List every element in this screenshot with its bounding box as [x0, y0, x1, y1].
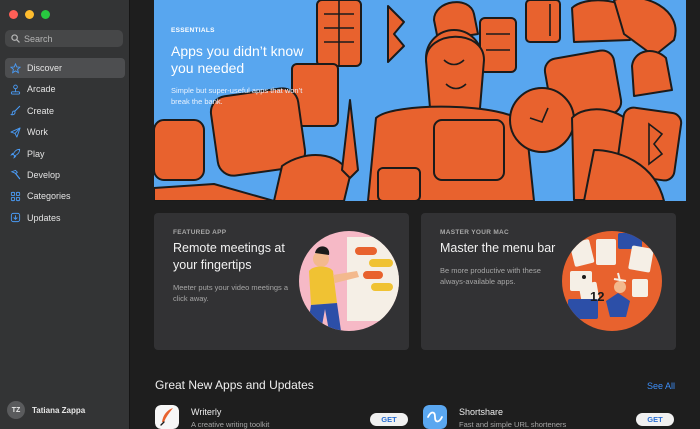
grid-icon	[9, 190, 21, 202]
app-item-shortshare[interactable]: Shortshare Fast and simple URL shortener…	[423, 405, 566, 429]
sidebar-item-label: Arcade	[27, 84, 56, 95]
card-description: Meeter puts your video meetings a click …	[173, 283, 289, 303]
paper-plane-icon	[9, 126, 21, 138]
card-eyebrow: FEATURED APP	[173, 229, 227, 236]
joystick-icon	[9, 83, 21, 95]
main-content: ESSENTIALS Apps you didn’t know you need…	[130, 0, 700, 429]
sidebar-item-create[interactable]: Create	[5, 101, 125, 121]
menu-bar-illustration: 12	[562, 231, 662, 331]
sidebar-item-label: Play	[27, 148, 45, 159]
hero-banner[interactable]: ESSENTIALS Apps you didn’t know you need…	[154, 0, 686, 201]
master-your-mac-card[interactable]: MASTER YOUR MAC Master the menu bar Be m…	[421, 213, 676, 350]
star-icon	[9, 62, 21, 74]
hero-text: ESSENTIALS Apps you didn’t know you need…	[171, 27, 321, 107]
brush-icon	[9, 105, 21, 117]
card-text: MASTER YOUR MAC Master the menu bar Be m…	[440, 229, 560, 287]
rocket-icon	[9, 148, 21, 160]
minimize-button[interactable]	[25, 10, 34, 19]
sidebar-item-label: Create	[27, 105, 55, 116]
see-all-link[interactable]: See All	[647, 381, 675, 391]
app-name: Writerly	[191, 407, 222, 417]
sidebar-item-categories[interactable]: Categories	[5, 186, 125, 206]
sidebar-item-develop[interactable]: Develop	[5, 165, 125, 185]
hero-description: Simple but super-useful apps that won’t …	[171, 86, 303, 106]
window-controls	[9, 10, 50, 19]
calendar-date-label: 12	[590, 289, 604, 304]
search-icon	[11, 34, 20, 43]
app-subtitle: A creative writing toolkit	[191, 420, 270, 429]
app-item-writerly[interactable]: Writerly A creative writing toolkit	[155, 405, 269, 429]
card-title: Master the menu bar	[440, 241, 556, 255]
sidebar-item-label: Updates	[27, 212, 61, 223]
zoom-button[interactable]	[41, 10, 50, 19]
sidebar: Discover Arcade Create Work Play	[0, 0, 130, 429]
sidebar-item-work[interactable]: Work	[5, 122, 125, 142]
featured-app-card[interactable]: FEATURED APP Remote meetings at your fin…	[154, 213, 409, 350]
quill-icon	[155, 405, 179, 429]
get-button-shortshare[interactable]: GET	[636, 413, 674, 426]
card-text: FEATURED APP Remote meetings at your fin…	[173, 229, 293, 304]
sidebar-item-discover[interactable]: Discover	[5, 58, 125, 78]
sidebar-item-play[interactable]: Play	[5, 144, 125, 164]
card-title: Remote meetings at your fingertips	[173, 241, 285, 272]
app-name: Shortshare	[459, 407, 504, 417]
search-field[interactable]	[5, 30, 123, 47]
hammer-icon	[9, 169, 21, 181]
hero-eyebrow: ESSENTIALS	[171, 27, 215, 34]
sidebar-item-updates[interactable]: Updates	[5, 208, 125, 228]
section-title: Great New Apps and Updates	[155, 378, 314, 392]
account-button[interactable]: TZ Tatiana Zappa	[7, 401, 85, 419]
hero-title: Apps you didn’t know you needed	[171, 43, 304, 76]
sidebar-item-label: Work	[27, 127, 48, 138]
sidebar-item-arcade[interactable]: Arcade	[5, 79, 125, 99]
sidebar-item-label: Categories	[27, 191, 71, 202]
sidebar-nav: Discover Arcade Create Work Play Develop…	[5, 58, 125, 229]
link-icon	[423, 405, 447, 429]
app-subtitle: Fast and simple URL shorteners	[459, 420, 567, 429]
search-input[interactable]	[24, 33, 114, 44]
get-button-writerly[interactable]: GET	[370, 413, 408, 426]
close-button[interactable]	[9, 10, 18, 19]
sidebar-item-label: Discover	[27, 63, 63, 73]
download-icon	[9, 212, 21, 224]
card-description: Be more productive with these always-ava…	[440, 266, 541, 286]
sidebar-item-label: Develop	[27, 169, 61, 180]
card-eyebrow: MASTER YOUR MAC	[440, 229, 510, 236]
avatar: TZ	[7, 401, 25, 419]
user-name: Tatiana Zappa	[32, 405, 86, 415]
meeting-illustration	[299, 231, 399, 331]
